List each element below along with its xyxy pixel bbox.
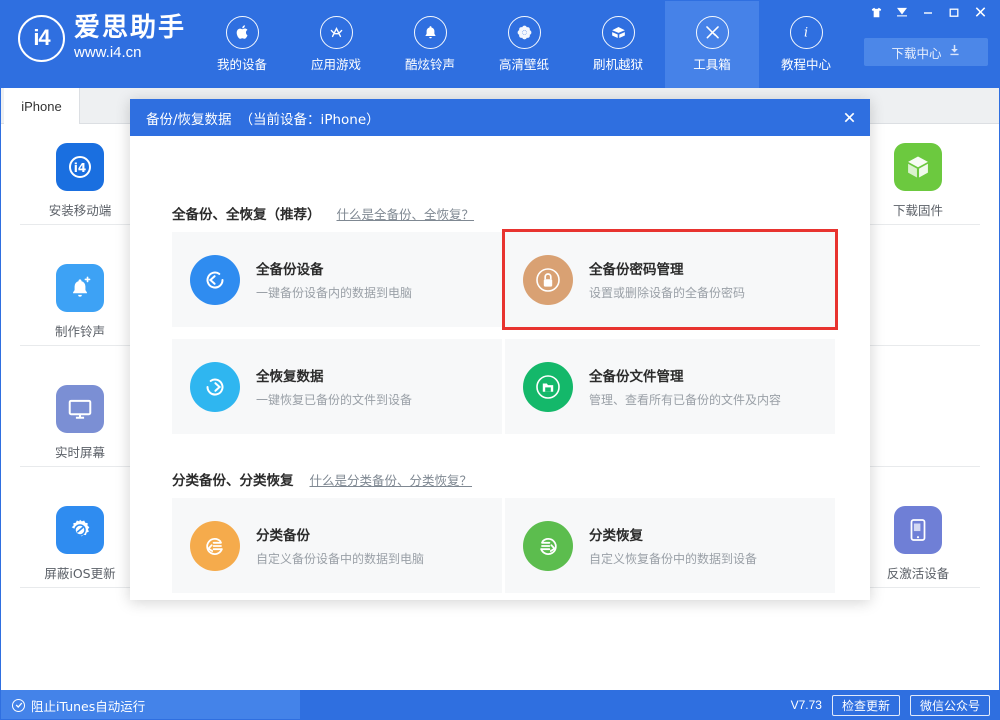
block-itunes-label: 阻止iTunes自动运行 — [31, 698, 146, 714]
card-full-restore-data[interactable]: 全恢复数据 一键恢复已备份的文件到设备 — [172, 339, 502, 434]
tab-iphone[interactable]: iPhone — [4, 88, 80, 124]
dialog-close-button[interactable] — [836, 104, 862, 130]
card-full-backup-file-manage[interactable]: 全备份文件管理 管理、查看所有已备份的文件及内容 — [505, 339, 835, 434]
lock-icon — [523, 254, 573, 305]
card-full-backup-password-manage[interactable]: 全备份密码管理 设置或删除设备的全备份密码 — [502, 229, 838, 330]
nav-item-wallpapers[interactable]: 高清壁纸 — [477, 0, 571, 88]
brand-name: 爱思助手 — [74, 13, 187, 43]
nav-item-my-device[interactable]: 我的设备 — [195, 0, 289, 88]
card-category-backup[interactable]: 分类备份 自定义备份设备中的数据到电脑 — [172, 498, 502, 593]
tool-label: 下载固件 — [892, 203, 943, 218]
cube-icon — [894, 143, 942, 191]
card-desc: 设置或删除设备的全备份密码 — [589, 286, 746, 300]
section-help-link[interactable]: 什么是全备份、全恢复？ — [337, 204, 475, 223]
card-desc: 自定义备份设备中的数据到电脑 — [256, 552, 425, 566]
backup-arrow-icon — [190, 254, 240, 305]
dialog-title: 备份/恢复数据 — [146, 111, 232, 128]
check-update-button[interactable]: 检查更新 — [831, 694, 900, 716]
nav-item-apps-games[interactable]: 应用游戏 — [289, 0, 383, 88]
backup-restore-dialog: 备份/恢复数据 （当前设备：iPhone） 全备份、全恢复（推荐） 什么是全备份… — [130, 99, 870, 600]
nav-label: 刷机越狱 — [592, 56, 643, 72]
nav-item-toolbox[interactable]: 工具箱 — [665, 0, 759, 88]
nav-item-ringtones[interactable]: 酷炫铃声 — [383, 0, 477, 88]
tool-label: 反激活设备 — [886, 566, 950, 581]
card-title: 分类恢复 — [589, 528, 643, 544]
i4-app-icon: i4 — [56, 143, 104, 191]
category-restore-icon — [523, 520, 573, 571]
bell-plus-icon — [56, 264, 104, 312]
nav-label: 工具箱 — [693, 56, 731, 72]
appstore-icon — [319, 15, 353, 49]
flower-icon — [507, 15, 541, 49]
section-title: 分类备份、分类恢复 — [172, 473, 294, 489]
apple-icon — [225, 15, 259, 49]
card-title: 全备份密码管理 — [589, 262, 684, 278]
monitor-icon — [56, 385, 104, 433]
section-title: 全备份、全恢复（推荐） — [172, 207, 321, 223]
minimize-icon[interactable] — [916, 2, 940, 22]
check-icon — [12, 698, 25, 712]
application-window: i4 爱思助手 www.i4.cn 我的设备 应用游戏 酷炫铃声 高清壁纸 刷机… — [0, 0, 1000, 720]
tab-label: iPhone — [21, 98, 62, 114]
status-bar: 阻止iTunes自动运行 V7.73 检查更新 微信公众号 — [0, 690, 1000, 720]
chevron-down-icon[interactable] — [890, 2, 914, 22]
close-icon[interactable] — [968, 2, 992, 22]
tool-label: 安装移动端 — [48, 203, 112, 218]
card-desc: 一键备份设备内的数据到电脑 — [256, 286, 413, 300]
nav-label: 酷炫铃声 — [404, 56, 455, 72]
bell-icon — [413, 15, 447, 49]
card-title: 全恢复数据 — [256, 369, 324, 385]
svg-text:i: i — [804, 25, 808, 40]
card-desc: 自定义恢复备份中的数据到设备 — [589, 552, 758, 566]
nav-label: 我的设备 — [216, 56, 267, 72]
category-backup-icon — [190, 520, 240, 571]
app-logo[interactable]: i4 爱思助手 www.i4.cn — [18, 14, 186, 62]
download-center-label: 下载中心 — [891, 45, 942, 61]
card-title: 全备份文件管理 — [589, 369, 684, 385]
wechat-official-button[interactable]: 微信公众号 — [909, 694, 990, 716]
nav-item-tutorial-center[interactable]: i 教程中心 — [759, 0, 853, 88]
download-icon — [948, 44, 961, 60]
folder-icon — [523, 361, 573, 412]
app-header: i4 爱思助手 www.i4.cn 我的设备 应用游戏 酷炫铃声 高清壁纸 刷机… — [0, 0, 1000, 88]
dialog-body: 全备份、全恢复（推荐） 什么是全备份、全恢复？ 全备份设备 一键备份设备内的数据… — [130, 136, 870, 600]
main-nav: 我的设备 应用游戏 酷炫铃声 高清壁纸 刷机越狱 工具箱 i 教程中心 — [195, 0, 853, 88]
card-title: 全备份设备 — [256, 262, 324, 278]
section-header-full-backup: 全备份、全恢复（推荐） 什么是全备份、全恢复？ — [172, 203, 474, 223]
dialog-subtitle: （当前设备：iPhone） — [239, 111, 380, 128]
block-itunes-toggle[interactable]: 阻止iTunes自动运行 — [0, 690, 300, 720]
maximize-icon[interactable] — [942, 2, 966, 22]
card-full-backup-device[interactable]: 全备份设备 一键备份设备内的数据到电脑 — [172, 232, 502, 327]
restore-arrow-icon — [190, 361, 240, 412]
tool-label: 制作铃声 — [54, 324, 105, 339]
svg-text:i4: i4 — [74, 161, 86, 175]
nav-item-flash-jailbreak[interactable]: 刷机越狱 — [571, 0, 665, 88]
skin-icon[interactable] — [864, 2, 888, 22]
card-title: 分类备份 — [256, 528, 310, 544]
card-category-restore[interactable]: 分类恢复 自定义恢复备份中的数据到设备 — [505, 498, 835, 593]
section-help-link[interactable]: 什么是分类备份、分类恢复？ — [310, 470, 473, 489]
nav-label: 高清壁纸 — [498, 56, 549, 72]
window-controls — [864, 2, 992, 22]
tool-label: 屏蔽iOS更新 — [44, 566, 116, 581]
dialog-titlebar: 备份/恢复数据 （当前设备：iPhone） — [130, 99, 870, 136]
tools-icon — [695, 15, 729, 49]
logo-mark-icon: i4 — [18, 14, 65, 62]
nav-label: 教程中心 — [780, 56, 831, 72]
card-desc: 一键恢复已备份的文件到设备 — [256, 393, 413, 407]
status-right-group: V7.73 检查更新 微信公众号 — [791, 690, 990, 720]
gear-block-icon — [56, 506, 104, 554]
tool-label: 实时屏幕 — [54, 445, 105, 460]
device-icon — [894, 506, 942, 554]
version-label: V7.73 — [790, 698, 822, 712]
info-icon: i — [789, 15, 823, 49]
openbox-icon — [601, 15, 635, 49]
download-center-button[interactable]: 下载中心 — [864, 38, 988, 66]
nav-label: 应用游戏 — [310, 56, 361, 72]
brand-url: www.i4.cn — [74, 44, 142, 61]
section-header-category-backup: 分类备份、分类恢复 什么是分类备份、分类恢复？ — [172, 469, 472, 489]
card-desc: 管理、查看所有已备份的文件及内容 — [589, 393, 782, 407]
